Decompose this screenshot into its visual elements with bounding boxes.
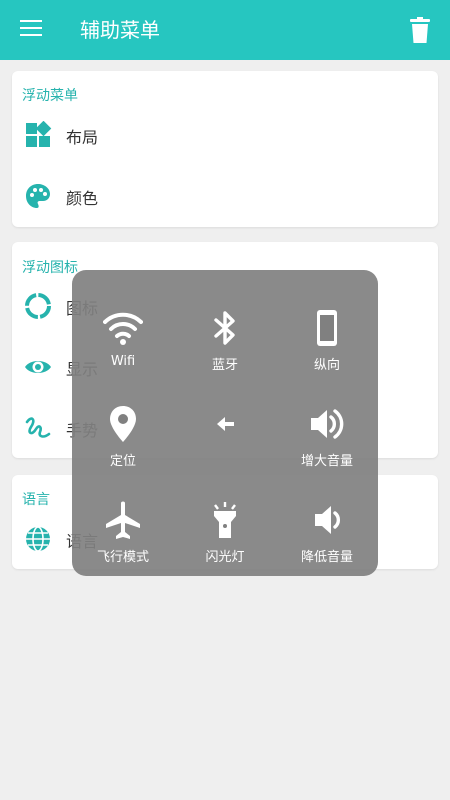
- eye-icon: [25, 361, 51, 373]
- gesture-icon: [25, 417, 51, 438]
- airplane-icon: [106, 501, 140, 539]
- location-pin-icon: [110, 406, 136, 442]
- app-bar: 辅助菜单: [0, 0, 450, 60]
- volume-up-icon: [311, 409, 344, 439]
- flashlight-label: 闪光灯: [205, 550, 245, 565]
- back-button[interactable]: [174, 380, 276, 476]
- palette-icon: [26, 184, 50, 208]
- portrait-label: 纵向: [313, 358, 340, 373]
- wifi-icon: [103, 312, 143, 345]
- color-row[interactable]: 颜色: [12, 168, 438, 224]
- location-label: 定位: [109, 454, 136, 469]
- section-title: 浮动图标: [22, 260, 78, 276]
- volume-down-icon: [315, 506, 340, 534]
- bluetooth-toggle[interactable]: 蓝牙: [174, 284, 276, 380]
- ring-icon: [25, 293, 51, 319]
- volume-up-button[interactable]: 增大音量: [276, 380, 378, 476]
- globe-icon: [26, 526, 50, 552]
- hamburger-menu-icon[interactable]: [20, 20, 42, 38]
- volume-down-label: 降低音量: [300, 550, 353, 565]
- dashboard-icon: [26, 121, 52, 147]
- layout-label: 布局: [66, 128, 99, 147]
- back-arrow-icon: [217, 417, 234, 431]
- flashlight-toggle[interactable]: 闪光灯: [174, 476, 276, 572]
- portrait-toggle[interactable]: 纵向: [276, 284, 378, 380]
- airplane-mode-label: 飞行模式: [96, 550, 149, 565]
- wifi-toggle[interactable]: Wifi: [72, 284, 174, 380]
- volume-down-button[interactable]: 降低音量: [276, 476, 378, 572]
- volume-up-label: 增大音量: [300, 454, 353, 469]
- bluetooth-icon: [214, 311, 235, 345]
- page-title: 辅助菜单: [80, 18, 160, 42]
- section-title: 浮动菜单: [22, 88, 78, 104]
- location-toggle[interactable]: 定位: [72, 380, 174, 476]
- layout-row[interactable]: 布局: [12, 107, 438, 163]
- floating-quick-menu: Wifi 蓝牙 纵向 定位 增大音量 飞行模式 闪光灯 降低音量: [72, 270, 378, 576]
- floating-menu-card: 浮动菜单 布局 颜色: [12, 71, 438, 227]
- flashlight-icon: [214, 502, 236, 538]
- wifi-label: Wifi: [110, 354, 136, 369]
- section-title: 语言: [22, 492, 50, 508]
- airplane-mode-toggle[interactable]: 飞行模式: [72, 476, 174, 572]
- bluetooth-label: 蓝牙: [211, 358, 238, 373]
- portrait-phone-icon: [317, 310, 337, 346]
- trash-icon[interactable]: [410, 17, 430, 43]
- color-label: 颜色: [66, 189, 99, 208]
